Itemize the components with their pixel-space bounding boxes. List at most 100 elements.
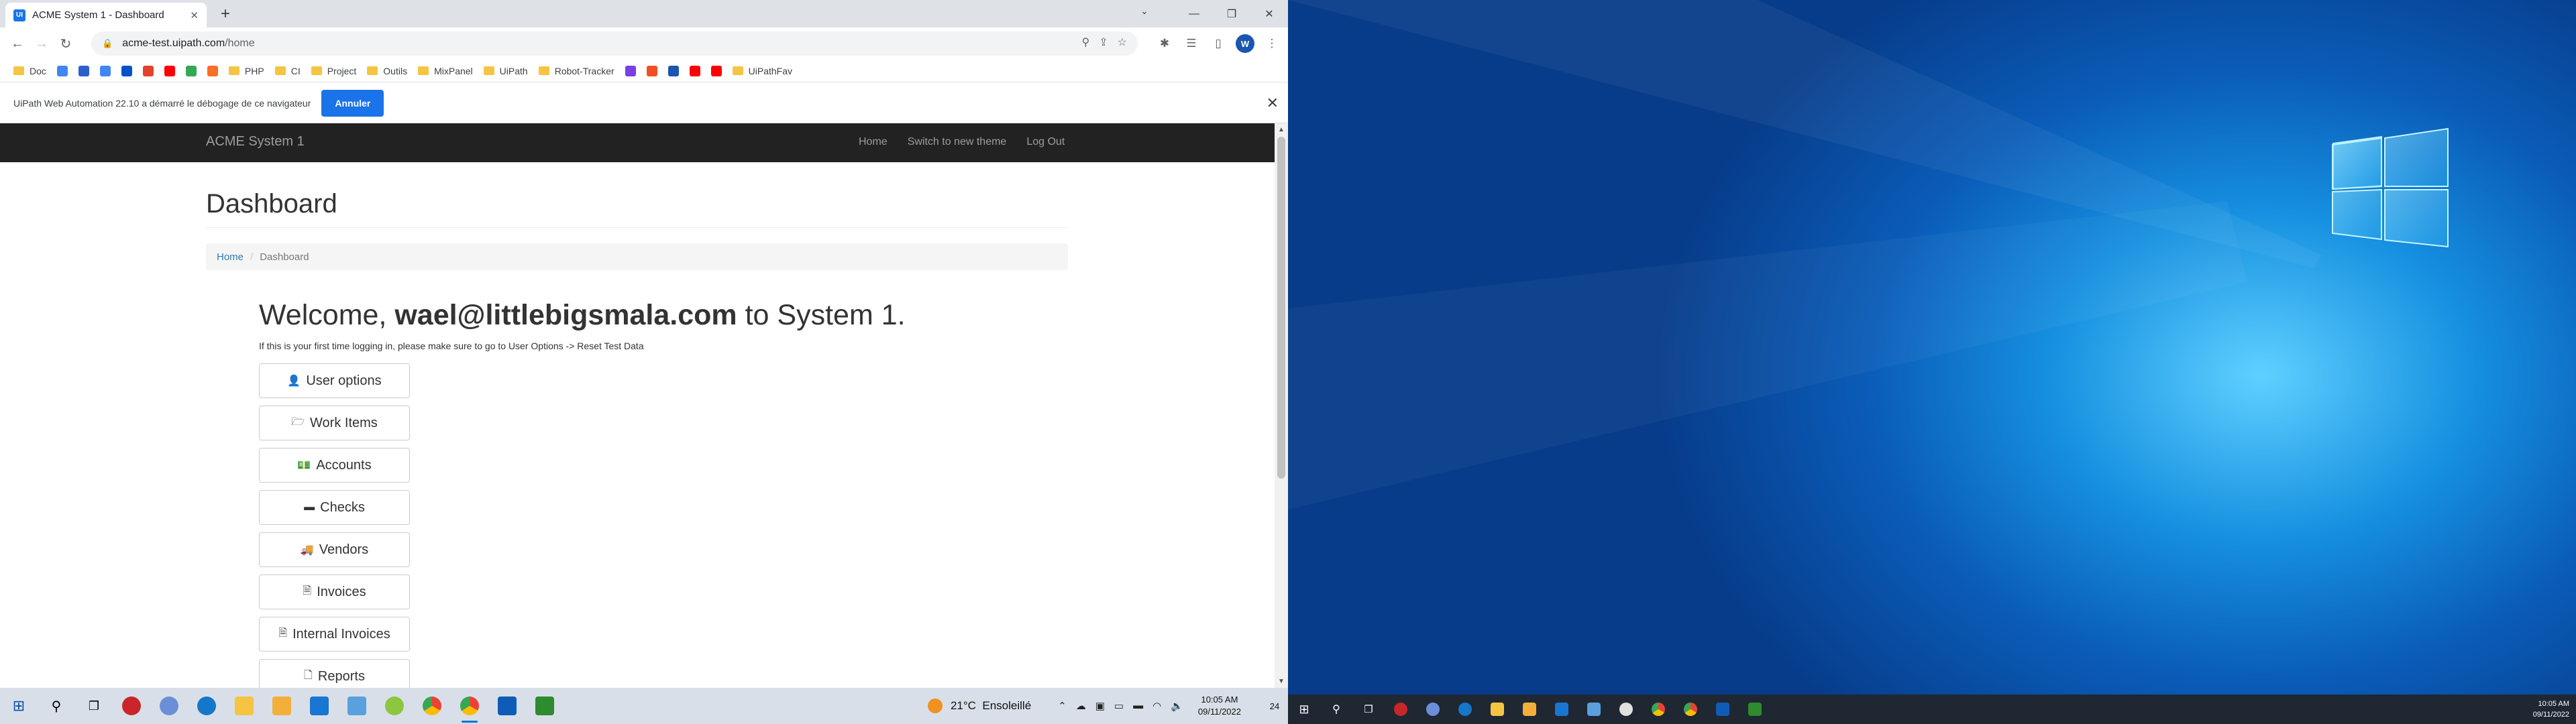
tab-search-icon[interactable]: ⌄ (1135, 5, 1154, 21)
bookmark-folder[interactable]: Doc (9, 62, 50, 80)
bookmark-site-icon[interactable] (53, 62, 72, 80)
bookmark-folder[interactable]: UiPathFav (729, 62, 796, 80)
uipath-studio-icon[interactable] (488, 688, 526, 724)
cloud-icon[interactable]: ☁ (1076, 700, 1086, 712)
app-box-icon[interactable] (338, 688, 376, 724)
minimize-button[interactable]: — (1175, 0, 1213, 27)
menu-button-checks[interactable]: ▬ Checks (259, 490, 410, 525)
store-icon[interactable] (263, 688, 301, 724)
profile-avatar[interactable]: W (1236, 34, 1254, 53)
maximize-button[interactable]: ❐ (1213, 0, 1250, 27)
chrome-icon[interactable] (413, 688, 451, 724)
app-red-icon-right[interactable] (1385, 695, 1417, 724)
forward-arrow-icon[interactable]: → (30, 32, 54, 56)
bookmark-folder[interactable]: Project (307, 62, 361, 80)
bookmark-star-icon[interactable]: ☆ (1118, 36, 1127, 49)
bookmark-site-icon[interactable] (707, 62, 726, 80)
app-gear-icon[interactable] (376, 688, 413, 724)
menu-button-invoices[interactable]: 🗎 Invoices (259, 575, 410, 609)
menu-button-accounts[interactable]: 💵 Accounts (259, 448, 410, 483)
menu-button-vendors[interactable]: 🚚 Vendors (259, 532, 410, 567)
windows-start-icon-right[interactable]: ⊞ (1288, 695, 1320, 724)
clock-right[interactable]: 10:05 AM 09/11/2022 (2533, 699, 2569, 720)
volume-icon[interactable]: 🔈 (1171, 700, 1183, 712)
browser-tab[interactable]: UI ACME System 1 - Dashboard ✕ (5, 3, 207, 27)
menu-button-internal-invoices[interactable]: 🗎 Internal Invoices (259, 617, 410, 652)
page-scrollbar[interactable]: ▲ ▼ (1275, 123, 1288, 688)
chrome-active-icon-right[interactable] (1674, 695, 1707, 724)
edge-icon-right[interactable] (1449, 695, 1481, 724)
breadcrumb-home-link[interactable]: Home (217, 251, 244, 263)
weather-widget[interactable]: 21°C Ensoleillé (927, 699, 1031, 713)
site-brand[interactable]: ACME System 1 (206, 134, 305, 149)
scroll-down-icon[interactable]: ▼ (1278, 678, 1285, 685)
chrome-icon-right[interactable] (1642, 695, 1674, 724)
bookmark-folder[interactable]: Outils (363, 62, 411, 80)
menu-button-reports[interactable]: 🗋 Reports (259, 659, 410, 688)
bookmark-site-icon[interactable] (643, 62, 661, 80)
battery-icon[interactable]: ▬ (1133, 700, 1143, 712)
bookmark-site-icon[interactable] (621, 62, 640, 80)
bookmark-site-icon[interactable] (182, 62, 201, 80)
mail-icon-right[interactable] (1546, 695, 1578, 724)
bookmark-folder[interactable]: UiPath (480, 62, 532, 80)
nav-home[interactable]: Home (859, 136, 888, 148)
uipath-assistant-icon-right[interactable] (1739, 695, 1771, 724)
chevron-up-icon[interactable]: ⌃ (1058, 700, 1067, 712)
menu-button-work-items[interactable]: 🗁 Work Items (259, 406, 410, 440)
kebab-menu-icon[interactable]: ⋮ (1263, 32, 1281, 56)
bookmark-folder[interactable]: Robot-Tracker (535, 62, 619, 80)
new-tab-button[interactable]: + (216, 5, 235, 24)
back-arrow-icon[interactable]: ← (5, 32, 30, 56)
bookmark-site-icon[interactable] (139, 62, 158, 80)
task-view-icon-right[interactable]: ❐ (1352, 695, 1385, 724)
notification-center[interactable]: 24 (1261, 688, 1288, 724)
menu-button-user-options[interactable]: 👤 User options (259, 363, 410, 398)
app-tray-icon[interactable]: ▣ (1095, 700, 1105, 712)
app-snip-icon[interactable] (150, 688, 188, 724)
app-red-icon[interactable] (113, 688, 150, 724)
infobar-close-icon[interactable]: ✕ (1267, 95, 1279, 112)
app-box-icon-right[interactable] (1578, 695, 1610, 724)
display-icon[interactable]: ▭ (1114, 700, 1124, 712)
bookmark-folder[interactable]: PHP (225, 62, 268, 80)
uipath-studio-icon-right[interactable] (1707, 695, 1739, 724)
search-icon-right[interactable]: ⚲ (1320, 695, 1352, 724)
app-snip-icon-right[interactable] (1417, 695, 1449, 724)
reload-icon[interactable]: ↻ (54, 32, 78, 56)
scroll-up-icon[interactable]: ▲ (1278, 126, 1285, 133)
store-icon-right[interactable] (1513, 695, 1546, 724)
side-panel-icon[interactable]: ▯ (1209, 32, 1228, 56)
bookmark-site-icon[interactable] (203, 62, 222, 80)
uipath-assistant-icon[interactable] (526, 688, 564, 724)
bookmark-folder[interactable]: CI (271, 62, 305, 80)
edge-icon[interactable] (188, 688, 225, 724)
clock[interactable]: 10:05 AM 09/11/2022 (1198, 694, 1241, 718)
task-view-icon[interactable]: ❐ (75, 688, 113, 724)
search-icon[interactable]: ⚲ (38, 688, 75, 724)
bookmark-site-icon[interactable] (686, 62, 704, 80)
nav-switch-theme[interactable]: Switch to new theme (908, 136, 1007, 148)
chrome-active-icon[interactable] (451, 688, 488, 724)
bookmark-site-icon[interactable] (96, 62, 115, 80)
zoom-search-icon[interactable]: ⚲ (1082, 36, 1090, 49)
app-gear-icon-right[interactable] (1610, 695, 1642, 724)
close-window-button[interactable]: ✕ (1250, 0, 1288, 27)
file-explorer-icon-right[interactable] (1481, 695, 1513, 724)
share-icon[interactable]: ⇪ (1099, 36, 1108, 49)
bookmark-site-icon[interactable] (74, 62, 93, 80)
reading-list-icon[interactable]: ☰ (1182, 32, 1201, 56)
address-bar[interactable]: 🔒 acme-test.uipath.com/home ⚲ ⇪ ☆ (91, 32, 1138, 56)
cancel-debug-button[interactable]: Annuler (321, 89, 384, 117)
file-explorer-icon[interactable] (225, 688, 263, 724)
tab-close-icon[interactable]: ✕ (190, 9, 199, 21)
windows-start-icon[interactable]: ⊞ (0, 688, 38, 724)
wifi-icon[interactable]: ◠ (1152, 700, 1161, 712)
bookmark-site-icon[interactable] (664, 62, 683, 80)
bookmark-folder[interactable]: MixPanel (414, 62, 477, 80)
scroll-thumb[interactable] (1277, 137, 1285, 479)
nav-logout[interactable]: Log Out (1026, 136, 1065, 148)
bookmark-site-icon[interactable] (160, 62, 179, 80)
extensions-puzzle-icon[interactable]: ✱ (1155, 32, 1174, 56)
mail-icon[interactable] (301, 688, 338, 724)
